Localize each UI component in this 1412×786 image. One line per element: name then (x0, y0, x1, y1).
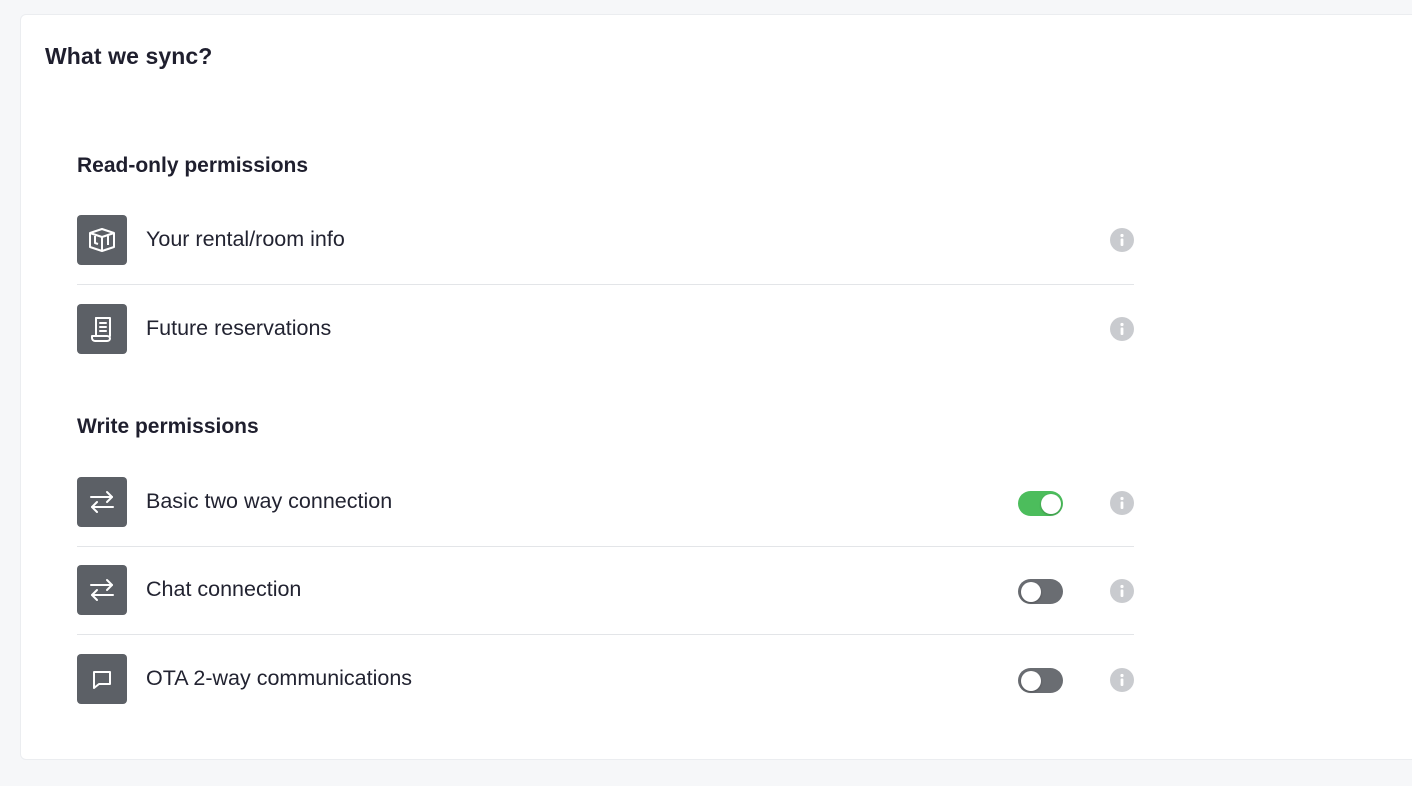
read-only-section-title: Read-only permissions (77, 154, 309, 177)
permission-row-future-reservations: Future reservations (77, 286, 1134, 374)
permission-label: Your rental/room info (146, 227, 345, 251)
card-title: What we sync? (45, 43, 213, 69)
floor-plan-icon (77, 215, 127, 265)
permission-row-chat: Chat connection (77, 547, 1134, 635)
receipt-icon (77, 304, 127, 354)
permission-row-rental-info: Your rental/room info (77, 197, 1134, 285)
permission-label: OTA 2-way communications (146, 666, 413, 690)
sync-arrows-icon (77, 565, 127, 615)
sync-settings-card: What we sync? Read-only permissions Your… (20, 14, 1412, 760)
ota-communications-toggle[interactable] (1018, 668, 1063, 693)
info-icon[interactable] (1110, 579, 1134, 603)
info-icon[interactable] (1110, 668, 1134, 692)
toggle-knob (1020, 670, 1041, 691)
info-icon[interactable] (1110, 317, 1134, 341)
permission-label: Future reservations (146, 316, 332, 340)
info-icon[interactable] (1110, 491, 1134, 515)
permission-row-ota-communications: OTA 2-way communications (77, 636, 1134, 724)
info-icon[interactable] (1110, 228, 1134, 252)
basic-two-way-toggle[interactable] (1018, 491, 1063, 516)
chat-connection-toggle[interactable] (1018, 579, 1063, 604)
chat-bubble-icon (77, 654, 127, 704)
sync-arrows-icon (77, 477, 127, 527)
permission-label: Chat connection (146, 577, 302, 601)
write-section-title: Write permissions (77, 415, 259, 438)
permission-row-basic-two-way: Basic two way connection (77, 459, 1134, 547)
toggle-knob (1020, 581, 1041, 602)
permission-label: Basic two way connection (146, 489, 393, 513)
toggle-knob (1040, 493, 1061, 514)
